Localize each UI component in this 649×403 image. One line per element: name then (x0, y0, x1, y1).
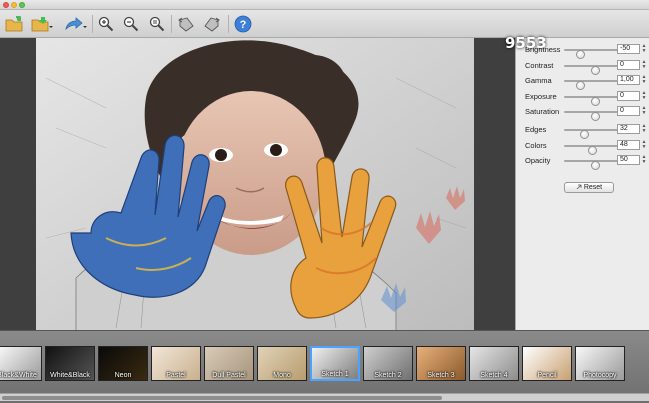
reset-button[interactable]: Reset (564, 182, 614, 193)
rotate-left-button[interactable] (176, 13, 196, 35)
adjustments-panel: Brightness -50 ▲ ▼ Contrast 0 ▲ ▼ Gamma 1,… (515, 38, 649, 330)
rotate-right-icon (204, 17, 220, 32)
preset-thumbnail[interactable]: Sketch 2 (363, 346, 413, 381)
preset-thumbnail[interactable]: Sketch 1 (310, 346, 360, 381)
toolbar-separator (92, 15, 93, 33)
colors-slider-knob[interactable] (587, 146, 597, 155)
folder-save-icon (31, 17, 53, 32)
brightness-field[interactable]: -50 (617, 44, 640, 54)
preset-label: Sketch 1 (321, 371, 349, 378)
opacity-stepper[interactable]: ▲ ▼ (641, 155, 647, 165)
saturation-field[interactable]: 0 (617, 106, 640, 116)
preset-thumbnail[interactable]: Neon (98, 346, 148, 381)
edges-row: Edges 32 ▲ ▼ (516, 124, 649, 139)
rotate-right-button[interactable] (202, 13, 222, 35)
close-window-button[interactable] (3, 2, 9, 8)
preset-label: Sketch 3 (427, 372, 455, 379)
preset-thumbnail[interactable]: White&Black (45, 346, 95, 381)
toolbar-separator (171, 15, 172, 33)
zoom-out-button[interactable] (122, 13, 140, 35)
exposure-field[interactable]: 0 (617, 91, 640, 101)
preset-thumbnail[interactable]: Black&White (0, 346, 42, 381)
gamma-stepper[interactable]: ▲ ▼ (641, 75, 647, 85)
edges-label: Edges (525, 125, 547, 134)
preset-thumbnail[interactable]: Photocopy (575, 346, 625, 381)
preset-label: Pencil (537, 372, 557, 379)
reset-button-label: Reset (583, 184, 603, 191)
contrast-slider-knob[interactable] (591, 66, 600, 75)
preview-image (36, 38, 474, 330)
preset-label: Dull Pastel (212, 372, 246, 379)
brightness-stepper[interactable]: ▲ ▼ (641, 44, 647, 54)
toolbar-separator (228, 15, 229, 33)
opacity-label: Opacity (525, 156, 551, 165)
filmstrip-scrollbar[interactable] (0, 393, 649, 401)
toolbar: ? (0, 10, 649, 38)
share-button[interactable] (64, 13, 88, 35)
zoom-window-button[interactable] (19, 2, 25, 8)
colors-label: Colors (525, 141, 547, 150)
exposure-row: Exposure 0 ▲ ▼ (516, 91, 649, 106)
preset-label: Photocopy (583, 372, 617, 379)
filmstrip-scroll-thumb[interactable] (2, 396, 442, 400)
contrast-stepper[interactable]: ▲ ▼ (641, 60, 647, 70)
zoom-out-icon (123, 16, 139, 32)
reset-icon (576, 184, 582, 190)
colors-field[interactable]: 48 (617, 140, 640, 150)
saturation-row: Saturation 0 ▲ ▼ (516, 106, 649, 121)
folder-open-icon (5, 16, 23, 32)
preset-label: Pastel (166, 372, 186, 379)
saturation-stepper[interactable]: ▲ ▼ (641, 106, 647, 116)
exposure-stepper[interactable]: ▲ ▼ (641, 91, 647, 101)
preset-label: Black&White (0, 372, 37, 379)
exposure-slider-knob[interactable] (591, 97, 600, 106)
preset-thumbnail[interactable]: Mono (257, 346, 307, 381)
save-image-button[interactable] (31, 13, 53, 35)
gamma-field[interactable]: 1,00 (617, 75, 640, 85)
opacity-slider-knob[interactable] (591, 161, 600, 170)
zoom-in-icon (98, 16, 114, 32)
edges-field[interactable]: 32 (617, 124, 640, 134)
exposure-label: Exposure (525, 92, 557, 101)
preset-filmstrip: Black&White White&Black Neon Pastel Dull Pas… (0, 330, 649, 403)
gamma-slider-knob[interactable] (575, 81, 585, 90)
contrast-row: Contrast 0 ▲ ▼ (516, 60, 649, 75)
edges-slider-knob[interactable] (579, 130, 589, 139)
rotate-left-icon (178, 17, 194, 32)
watermark-logo: 9553 (505, 34, 547, 52)
share-icon (65, 17, 87, 31)
preset-thumbnail[interactable]: Pastel (151, 346, 201, 381)
saturation-label: Saturation (525, 107, 560, 116)
preset-label: Sketch 2 (374, 372, 402, 379)
preset-thumbnail[interactable]: Dull Pastel (204, 346, 254, 381)
svg-text:?: ? (240, 19, 247, 31)
zoom-in-button[interactable] (97, 13, 115, 35)
saturation-slider-knob[interactable] (591, 112, 600, 121)
gamma-row: Gamma 1,00 ▲ ▼ (516, 75, 649, 90)
gamma-label: Gamma (525, 76, 552, 85)
image-canvas[interactable] (0, 38, 515, 330)
minimize-window-button[interactable] (11, 2, 17, 8)
preset-label: White&Black (50, 372, 90, 379)
opacity-field[interactable]: 50 (617, 155, 640, 165)
preset-label: Sketch 4 (480, 372, 508, 379)
zoom-fit-button[interactable] (148, 13, 166, 35)
window-titlebar (0, 0, 649, 10)
colors-row: Colors 48 ▲ ▼ (516, 140, 649, 155)
open-image-button[interactable] (4, 13, 24, 35)
help-button[interactable]: ? (233, 13, 253, 35)
edges-stepper[interactable]: ▲ ▼ (641, 124, 647, 134)
preset-thumbnail[interactable]: Sketch 3 (416, 346, 466, 381)
preset-thumbnail[interactable]: Pencil (522, 346, 572, 381)
contrast-label: Contrast (525, 61, 554, 70)
colors-stepper[interactable]: ▲ ▼ (641, 140, 647, 150)
preset-label: Mono (273, 372, 291, 379)
help-icon: ? (234, 15, 252, 33)
opacity-row: Opacity 50 ▲ ▼ (516, 155, 649, 170)
preset-thumbnail[interactable]: Sketch 4 (469, 346, 519, 381)
zoom-fit-icon (149, 16, 165, 32)
contrast-field[interactable]: 0 (617, 60, 640, 70)
brightness-slider-knob[interactable] (575, 50, 585, 59)
preset-label: Neon (114, 372, 132, 379)
